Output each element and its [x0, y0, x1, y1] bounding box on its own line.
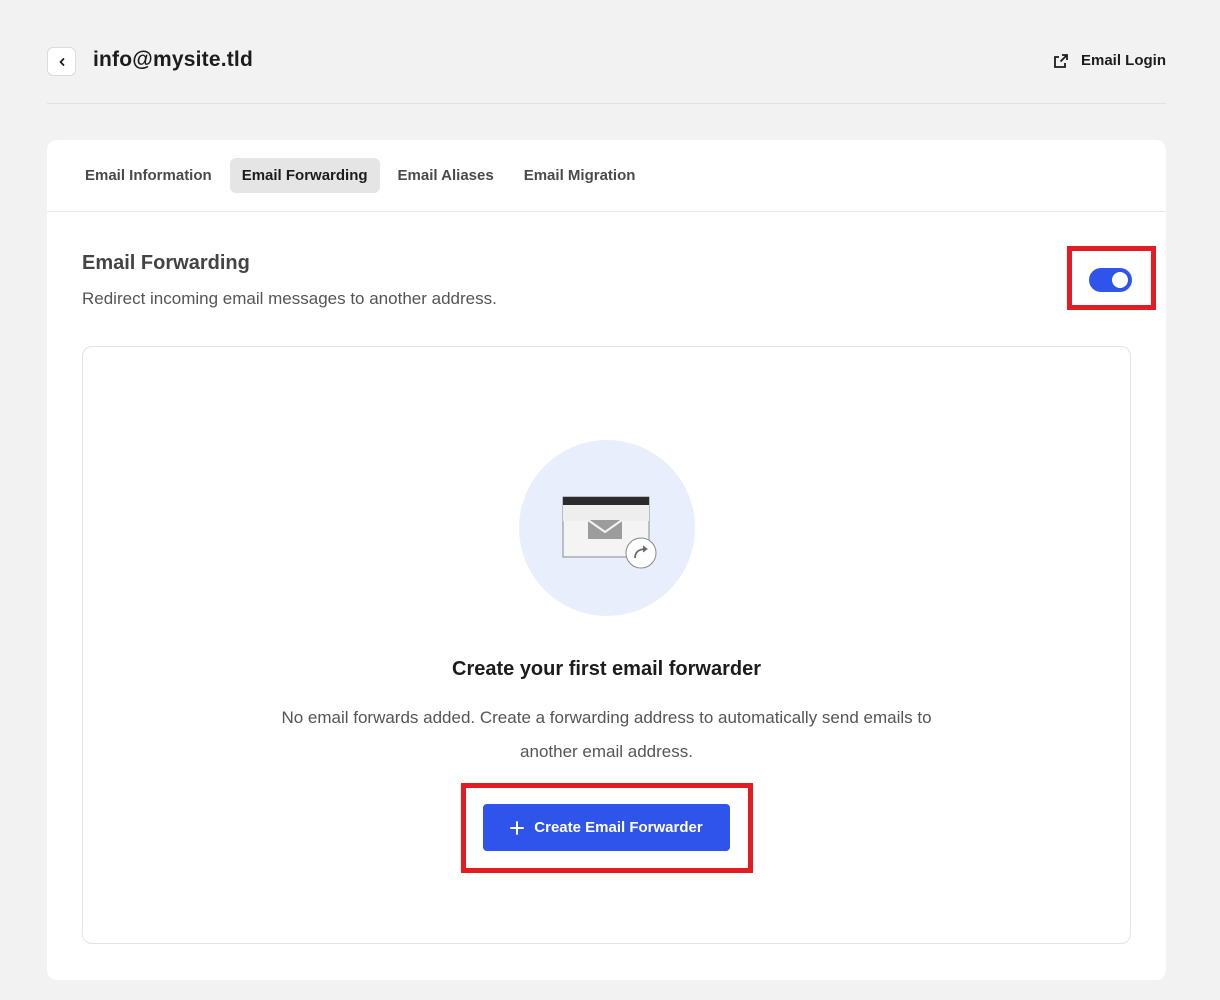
- email-login-label: Email Login: [1080, 52, 1166, 69]
- email-settings-card: Email Information Email Forwarding Email…: [47, 140, 1166, 980]
- envelope-forward-icon: [562, 496, 657, 569]
- email-login-link[interactable]: Email Login: [1053, 52, 1166, 69]
- back-button[interactable]: [47, 47, 76, 76]
- tab-bar: Email Information Email Forwarding Email…: [47, 140, 1166, 212]
- page-title: info@mysite.tld: [93, 48, 253, 71]
- external-link-icon: [1054, 53, 1068, 68]
- tab-email-information[interactable]: Email Information: [73, 158, 224, 193]
- tab-email-aliases[interactable]: Email Aliases: [386, 158, 506, 193]
- plus-icon: [510, 820, 525, 835]
- toggle-knob: [1112, 272, 1128, 288]
- section-title: Email Forwarding: [82, 252, 250, 274]
- empty-state-title: Create your first email forwarder: [452, 658, 761, 680]
- empty-state-panel: Create your first email forwarder No ema…: [82, 346, 1131, 944]
- email-forward-illustration: [519, 440, 695, 616]
- email-forwarding-toggle[interactable]: [1089, 268, 1132, 292]
- tab-email-forwarding[interactable]: Email Forwarding: [229, 158, 380, 193]
- create-button-label: Create Email Forwarder: [534, 819, 703, 836]
- tab-email-migration[interactable]: Email Migration: [512, 158, 648, 193]
- chevron-left-icon: [59, 57, 64, 66]
- page-header: info@mysite.tld Email Login: [47, 36, 1166, 104]
- empty-state-description: No email forwards added. Create a forwar…: [281, 708, 932, 761]
- section-description: Redirect incoming email messages to anot…: [82, 289, 497, 308]
- create-email-forwarder-button[interactable]: Create Email Forwarder: [483, 804, 730, 851]
